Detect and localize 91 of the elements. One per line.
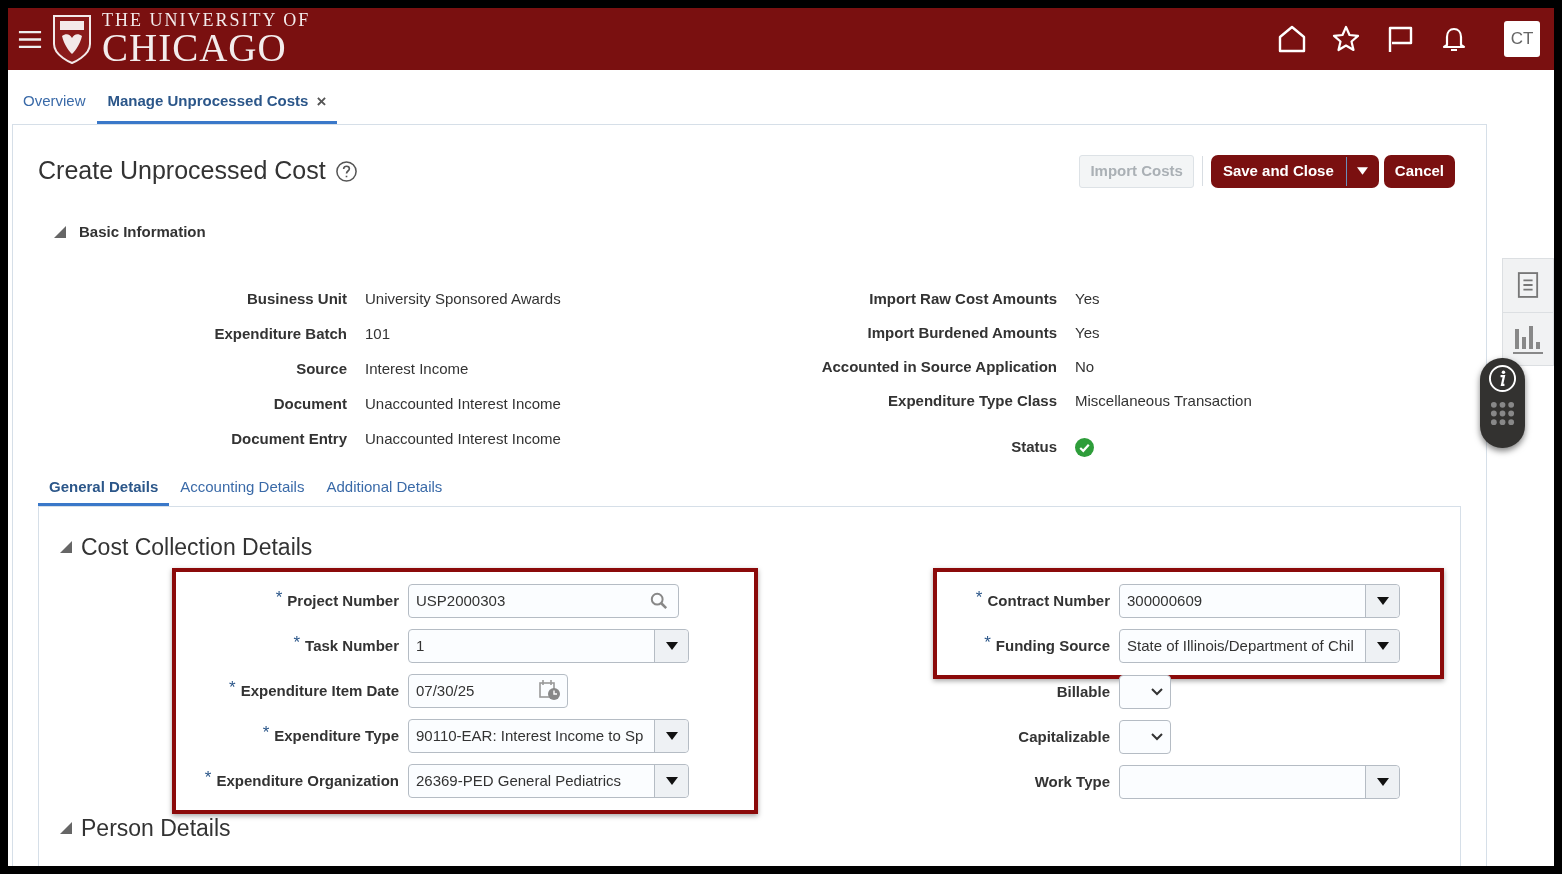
dropdown-button[interactable] [1365, 766, 1399, 798]
field-label: Status [1010, 437, 1057, 458]
field-label: Expenditure Type [274, 725, 399, 746]
close-tab-button[interactable]: × [316, 88, 327, 115]
field-value: Yes [1075, 322, 1100, 343]
field-label: Work Type [1034, 771, 1110, 792]
chevron-down-icon [1151, 688, 1163, 696]
section-heading: Person Details [81, 813, 231, 843]
collapse-triangle-icon[interactable] [60, 822, 72, 834]
field-label: Import Burdened Amounts [866, 322, 1057, 343]
dropdown-button[interactable] [654, 765, 688, 797]
choice-field[interactable] [1119, 720, 1171, 754]
required-asterisk: * [975, 587, 983, 610]
detail-tab[interactable]: Accounting Details [169, 471, 316, 506]
document-icon [1517, 271, 1539, 300]
field-label: Source [295, 359, 347, 380]
field-label: Expenditure Item Date [240, 680, 399, 701]
search-icon[interactable] [650, 592, 668, 610]
info-widget[interactable] [1480, 358, 1525, 448]
field-label: Document Entry [230, 429, 347, 450]
caret-icon[interactable] [1357, 167, 1369, 175]
field-label: Document [272, 394, 347, 415]
required-asterisk: * [262, 722, 270, 745]
field-label: Business Unit [245, 289, 347, 310]
logo-text: CHICAGO [102, 28, 288, 67]
field-label: Capitalizable [1018, 726, 1110, 747]
help-icon[interactable] [334, 159, 358, 183]
field-label: Import Raw Cost Amounts [868, 288, 1057, 309]
field-value: Unaccounted Interest Income [365, 394, 561, 415]
date-field[interactable]: 07/30/25 [408, 674, 568, 708]
grid-dots-icon[interactable] [1490, 401, 1515, 426]
home-icon [1277, 24, 1307, 54]
field-label: Project Number [287, 590, 399, 611]
collapse-triangle-icon[interactable] [60, 541, 72, 553]
menu-button[interactable] [17, 28, 43, 50]
cancel-button[interactable]: Cancel [1383, 154, 1455, 188]
page-tab[interactable]: Manage Unprocessed Costs × [96, 82, 338, 124]
chevron-down-icon [1151, 733, 1163, 741]
calendar-clock-icon[interactable] [539, 679, 561, 701]
detail-tab[interactable]: Additional Details [315, 471, 454, 506]
page-tab[interactable]: Overview [12, 82, 97, 124]
user-avatar[interactable]: CT [1504, 21, 1540, 57]
field-value: 101 [365, 324, 391, 345]
dropdown-field[interactable]: 300000609 [1119, 584, 1400, 618]
dropdown-field[interactable]: 26369-PED General Pediatrics [408, 764, 689, 798]
info-icon[interactable] [1488, 364, 1517, 393]
field-label: Funding Source [995, 635, 1110, 656]
field-label: Contract Number [987, 590, 1110, 611]
logo-text: THE UNIVERSITY OF [102, 11, 311, 29]
caret-icon [1376, 778, 1389, 786]
field-label: Expenditure Type Class [887, 390, 1057, 411]
dropdown-button[interactable] [654, 720, 688, 752]
field-label: Accounted in Source Application [820, 356, 1057, 377]
search-field[interactable]: USP2000303 [408, 584, 679, 618]
field-label: Expenditure Batch [213, 324, 347, 345]
required-asterisk: * [275, 587, 283, 610]
dropdown-field[interactable]: State of Illinois/Department of Chil [1119, 629, 1400, 663]
dropdown-button[interactable] [1365, 585, 1399, 617]
required-asterisk: * [293, 632, 301, 655]
required-asterisk: * [204, 767, 212, 790]
caret-icon [665, 732, 678, 740]
field-label: Billable [1056, 681, 1110, 702]
required-asterisk: * [229, 677, 236, 700]
dropdown-button[interactable] [654, 630, 688, 662]
caret-icon [1376, 597, 1389, 605]
caret-icon [665, 777, 678, 785]
field-value: Interest Income [365, 359, 469, 380]
page-title: Create Unprocessed Cost [38, 155, 326, 187]
save-split-button[interactable]: Save and Close [1210, 154, 1379, 188]
dropdown-field[interactable]: 1 [408, 629, 689, 663]
field-label: Expenditure Organization [216, 770, 399, 791]
choice-field[interactable] [1119, 675, 1171, 709]
star-icon [1331, 24, 1361, 54]
menu-icon [18, 29, 42, 49]
required-asterisk: * [984, 632, 991, 655]
caret-icon [665, 642, 678, 650]
field-value: University Sponsored Awards [365, 289, 561, 310]
field-label: Task Number [305, 635, 399, 656]
caret-icon [1376, 642, 1389, 650]
section-heading: Cost Collection Details [81, 532, 313, 562]
dropdown-field[interactable]: 90110-EAR: Interest Income to Sp [408, 719, 689, 753]
dropdown-button[interactable] [1365, 630, 1399, 662]
section-heading: Basic Information [79, 221, 206, 242]
field-value: Yes [1075, 288, 1100, 309]
field-value: Miscellaneous Transaction [1075, 390, 1252, 411]
field-value: No [1075, 356, 1095, 377]
detail-tab[interactable]: General Details [38, 471, 170, 506]
collapse-triangle-icon[interactable] [54, 226, 66, 238]
crest-shield-icon [52, 14, 92, 64]
field-value: Unaccounted Interest Income [365, 429, 561, 450]
dropdown-field[interactable] [1119, 765, 1400, 799]
